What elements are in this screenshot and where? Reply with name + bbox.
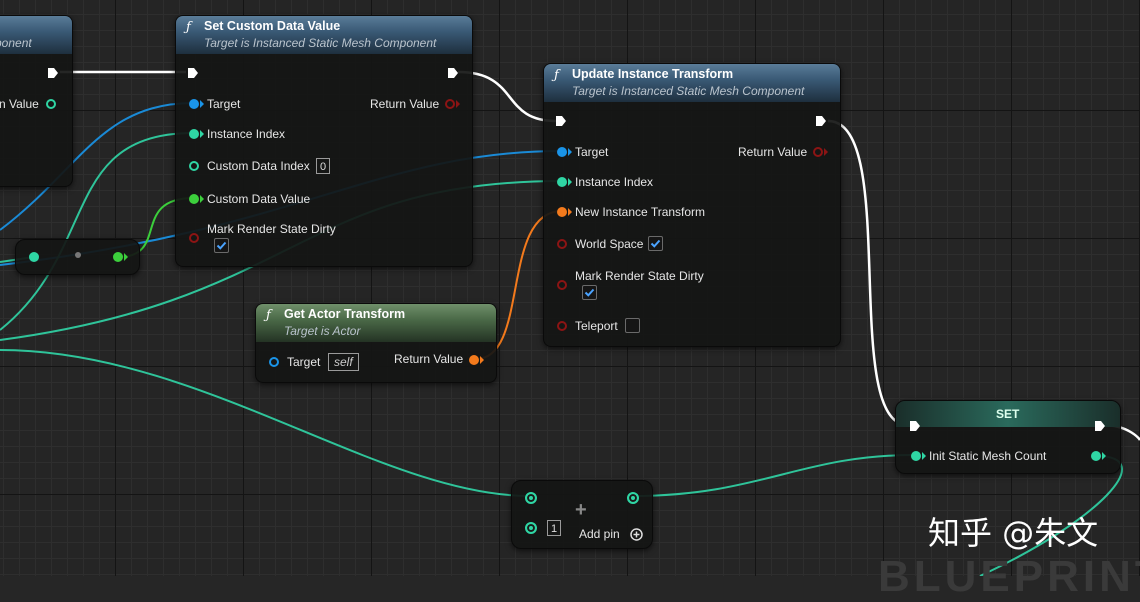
- world-space-checkbox[interactable]: [648, 236, 663, 251]
- exec-out-pin[interactable]: [447, 67, 459, 79]
- add-input-b-pin[interactable]: [525, 522, 537, 534]
- init-static-mesh-count-out-arrow: [1102, 452, 1106, 460]
- reroute-input-pin[interactable]: [29, 252, 39, 262]
- instance-index-pin-arrow: [200, 130, 204, 138]
- mark-render-state-dirty-label: Mark Render State Dirty: [575, 269, 704, 283]
- add-pin-icon[interactable]: [630, 528, 643, 541]
- target-pin-arrow: [568, 148, 572, 156]
- add-input-b-value[interactable]: 1: [547, 520, 562, 536]
- custom-data-value-label: Custom Data Value: [207, 192, 311, 206]
- return-value-pin[interactable]: [445, 99, 455, 109]
- instance-index-pin-arrow: [568, 178, 572, 186]
- teleport-label: Teleport: [575, 319, 618, 333]
- partial-node-return-label: n Value: [0, 97, 39, 111]
- add-input-a-pin[interactable]: [525, 492, 537, 504]
- return-value-pin-arrow: [480, 356, 484, 364]
- reroute-output-pin[interactable]: [113, 252, 123, 262]
- partial-node-return-pin[interactable]: [46, 99, 56, 109]
- exec-in-pin[interactable]: [555, 115, 567, 127]
- set-variable-node[interactable]: SET Init Static Mesh Count: [895, 400, 1121, 474]
- checkmark-icon: [650, 239, 661, 248]
- target-pin[interactable]: [557, 147, 567, 157]
- init-static-mesh-count-out-pin[interactable]: [1091, 451, 1101, 461]
- function-icon: ƒ: [186, 20, 191, 35]
- exec-in-pin[interactable]: [909, 420, 921, 432]
- add-integer-node[interactable]: + 1 Add pin: [511, 480, 653, 549]
- partial-node-left[interactable]: ponent n Value: [0, 15, 73, 187]
- custom-data-index-input[interactable]: 0: [316, 158, 331, 174]
- target-pin-arrow: [200, 100, 204, 108]
- target-label: Target: [575, 145, 609, 159]
- get-actor-transform-node[interactable]: ƒ Get Actor Transform Target is Actor Ta…: [255, 303, 497, 383]
- instance-index-pin[interactable]: [557, 177, 567, 187]
- return-value-label: Return Value: [370, 97, 440, 111]
- world-space-label: World Space: [575, 237, 644, 251]
- function-icon: ƒ: [554, 68, 559, 83]
- init-static-mesh-count-in-pin[interactable]: [911, 451, 921, 461]
- node-title: Get Actor Transform: [284, 307, 406, 321]
- set-custom-data-value-node[interactable]: ƒ Set Custom Data Value Target is Instan…: [175, 15, 473, 267]
- new-instance-transform-label: New Instance Transform: [575, 205, 706, 219]
- node-subtitle: Target is Actor: [284, 324, 361, 338]
- reroute-center-dot: [75, 252, 81, 258]
- mark-render-state-dirty-pin[interactable]: [189, 233, 199, 243]
- target-label: Target: [287, 355, 321, 369]
- init-static-mesh-count-in-arrow: [922, 452, 926, 460]
- custom-data-index-label: Custom Data Index: [207, 159, 310, 173]
- custom-data-value-pin[interactable]: [189, 194, 199, 204]
- instance-index-pin[interactable]: [189, 129, 199, 139]
- add-operator-icon: +: [575, 499, 587, 521]
- add-output-pin[interactable]: [627, 492, 639, 504]
- target-pin[interactable]: [269, 357, 279, 367]
- instance-index-label: Instance Index: [575, 175, 654, 189]
- return-value-pin[interactable]: [813, 147, 823, 157]
- update-instance-transform-node[interactable]: ƒ Update Instance Transform Target is In…: [543, 63, 841, 347]
- function-icon: ƒ: [266, 308, 271, 323]
- custom-data-value-pin-arrow: [200, 195, 204, 203]
- mark-render-state-dirty-label: Mark Render State Dirty: [207, 222, 336, 236]
- target-self-field[interactable]: self: [328, 353, 359, 371]
- watermark: 知乎 @朱文: [928, 514, 1099, 552]
- teleport-pin[interactable]: [557, 321, 567, 331]
- mark-render-state-dirty-checkbox[interactable]: [214, 238, 229, 253]
- node-subtitle: Target is Instanced Static Mesh Componen…: [572, 84, 805, 98]
- mark-render-state-dirty-checkbox[interactable]: [582, 285, 597, 300]
- node-title: Set Custom Data Value: [204, 19, 341, 33]
- exec-in-pin[interactable]: [187, 67, 199, 79]
- reroute-node[interactable]: [15, 239, 140, 275]
- exec-out-pin[interactable]: [815, 115, 827, 127]
- return-value-pin-arrow: [824, 148, 828, 156]
- reroute-output-arrow: [124, 253, 128, 261]
- blueprint-background-label: BLUEPRINT: [878, 552, 1140, 601]
- checkmark-icon: [584, 288, 595, 297]
- partial-node-subtitle: ponent: [0, 36, 32, 50]
- return-value-label: Return Value: [738, 145, 808, 159]
- init-static-mesh-count-label: Init Static Mesh Count: [929, 449, 1047, 463]
- instance-index-label: Instance Index: [207, 127, 286, 141]
- node-title: SET: [996, 407, 1020, 421]
- new-instance-transform-pin-arrow: [568, 208, 572, 216]
- node-title: Update Instance Transform: [572, 67, 734, 81]
- new-instance-transform-pin[interactable]: [557, 207, 567, 217]
- custom-data-index-pin[interactable]: [189, 161, 199, 171]
- return-value-label: Return Value: [394, 352, 464, 366]
- return-value-pin[interactable]: [469, 355, 479, 365]
- world-space-pin[interactable]: [557, 239, 567, 249]
- target-label: Target: [207, 97, 241, 111]
- count-wire-out: [631, 454, 915, 497]
- return-value-pin-arrow: [456, 100, 460, 108]
- node-subtitle: Target is Instanced Static Mesh Componen…: [204, 36, 437, 50]
- target-pin[interactable]: [189, 99, 199, 109]
- exec-out-pin[interactable]: [47, 67, 59, 79]
- exec-out-pin[interactable]: [1094, 420, 1106, 432]
- teleport-checkbox[interactable]: [625, 318, 640, 333]
- mark-render-state-dirty-pin[interactable]: [557, 280, 567, 290]
- checkmark-icon: [216, 241, 227, 250]
- add-pin-label[interactable]: Add pin: [579, 527, 620, 541]
